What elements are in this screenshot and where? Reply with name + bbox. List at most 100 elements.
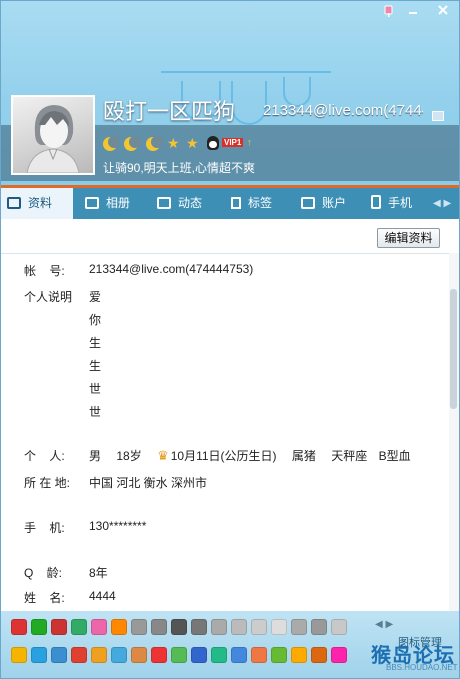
bio-label: 个人说明 [24,290,73,304]
service-badge-icon[interactable] [91,619,107,635]
service-badge-icon[interactable] [271,619,287,635]
bio-line: 世 [89,405,102,419]
service-badge-icon[interactable] [171,647,187,663]
personal-info: 男 18岁 ♛ 10月11日(公历生日) 属猪 天秤座 B型血 [89,447,411,464]
gender: 男 [89,449,102,463]
moon-icon [103,135,120,151]
bio-line: 世 [89,382,102,396]
service-badge-icon[interactable] [51,647,67,663]
profile-card-icon [7,197,21,209]
service-badge-icon[interactable] [191,647,207,663]
service-badge-icon[interactable] [251,647,267,663]
service-badge-icon[interactable] [231,647,247,663]
service-badge-icon[interactable] [291,619,307,635]
phone-value: 130******** [89,519,147,533]
zodiac: 属猪 [291,449,316,463]
pin-icon[interactable] [377,4,401,20]
service-badge-icon[interactable] [311,647,327,663]
location-value: 中国 河北 衡水 深州市 [89,476,208,490]
blood-type: B型血 [378,449,411,463]
profile-details: 编辑资料 帐 号: 213344@live.com(474444753) 个人说… [1,219,459,611]
bio-line: 生 [89,336,102,350]
tab-label: 资料 [28,196,53,210]
service-badge-icon[interactable] [311,619,327,635]
vip-label: VIP1 [222,138,244,148]
tab-label: 手机 [388,196,413,210]
phone-label: 手 机: [24,521,65,535]
decoration-arc [231,81,267,125]
icon-row [11,647,351,671]
service-badge-icon[interactable] [151,647,167,663]
tab-account[interactable]: 账户 [295,188,365,219]
name-label: 姓 名: [24,591,65,605]
service-badge-icon[interactable] [111,619,127,635]
watermark-url: BBS.HOUDAO.NET [386,663,458,672]
star-icon: ★ [185,135,199,151]
wallet-icon [301,197,315,209]
account-label: 帐 号: [24,264,65,278]
icon-row [11,619,351,643]
service-badge-icon[interactable] [211,619,227,635]
service-badge-icon[interactable] [211,647,227,663]
service-badge-icon[interactable] [91,647,107,663]
birthday: 10月11日(公历生日) [170,449,277,463]
penguin-icon [207,135,219,150]
service-badge-icon[interactable] [291,647,307,663]
service-badge-icon[interactable] [271,647,287,663]
tab-label: 标签 [248,196,273,210]
service-badge-icon[interactable] [51,619,67,635]
service-badge-icon[interactable] [191,619,207,635]
service-badge-icon[interactable] [171,619,187,635]
divider [1,253,449,254]
phone-icon [371,195,381,209]
service-badge-icon[interactable] [151,619,167,635]
tab-label: 相册 [106,196,131,210]
feed-list-icon [157,197,171,209]
service-badge-icon[interactable] [251,619,267,635]
scrollbar[interactable] [449,253,459,611]
service-badge-icon[interactable] [71,647,87,663]
moon-icon [145,135,163,151]
service-badge-icon[interactable] [231,619,247,635]
service-badge-icon[interactable] [31,647,47,663]
tab-profile[interactable]: 资料 [1,188,73,219]
account-header: 213344@live.com(474444 [263,102,423,119]
scrollbar-thumb[interactable] [450,289,457,409]
tab-phone[interactable]: 手机 [365,188,431,219]
service-badge-icon[interactable] [111,647,127,663]
service-badge-icon[interactable] [71,619,87,635]
tab-tags[interactable]: 标签 [225,188,295,219]
service-badge-icon[interactable] [131,619,147,635]
location-label: 所 在 地: [24,476,71,490]
service-badge-icon[interactable] [331,647,347,663]
photo-album-icon [85,197,99,209]
age: 18岁 [116,449,142,463]
tab-feed[interactable]: 动态 [151,188,221,219]
minimize-icon[interactable] [401,4,425,20]
close-icon[interactable] [431,4,455,20]
avatar[interactable] [11,95,95,175]
service-badge-icon[interactable] [131,647,147,663]
moon-icon [124,135,142,151]
profile-header: 殴打一区匹狗 213344@live.com(474444 ★ ★ VIP1 ↑… [1,1,459,185]
tab-album[interactable]: 相册 [79,188,149,219]
account-value: 213344@live.com(474444753) [89,262,254,276]
qq-profile-window: 殴打一区匹狗 213344@live.com(474444 ★ ★ VIP1 ↑… [0,0,460,679]
icon-scroll-arrows[interactable]: ◀ ▶ [375,619,393,630]
service-badge-icon[interactable] [31,619,47,635]
arrow-up-icon: ↑ [246,137,252,149]
service-badge-icon[interactable] [11,619,27,635]
bio-line: 你 [89,313,102,327]
qq-level[interactable]: ★ ★ [103,135,202,151]
vip-badge[interactable]: VIP1 ↑ [207,135,252,150]
tab-scroll-arrows[interactable]: ◀ ▶ [433,188,451,219]
signature[interactable]: 让骑90,明天上班,心情超不爽 [103,159,255,176]
bookmark-icon [231,197,241,209]
service-badge-icon[interactable] [11,647,27,663]
name-value: 4444 [89,589,116,603]
business-card-icon[interactable] [432,111,444,121]
decoration-line [161,71,331,73]
bio-line: 生 [89,359,102,373]
service-badge-icon[interactable] [331,619,347,635]
edit-profile-button[interactable]: 编辑资料 [377,228,440,248]
